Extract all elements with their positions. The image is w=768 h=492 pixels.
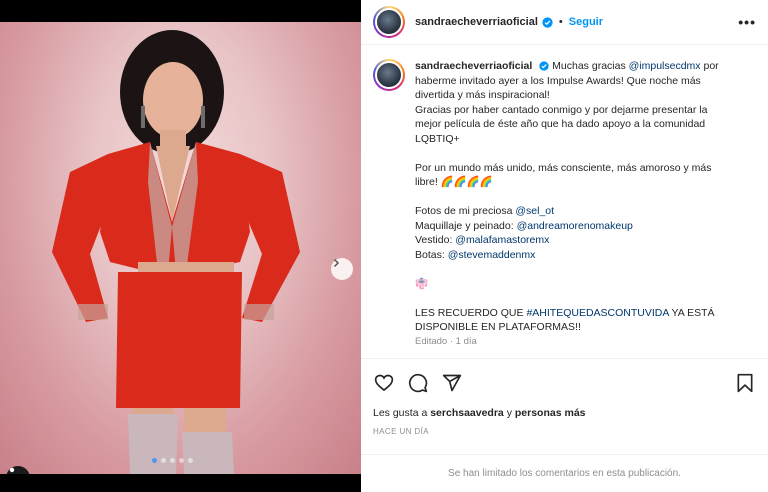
like-button[interactable] xyxy=(373,372,395,394)
carousel-dot xyxy=(188,458,193,463)
carousel-dot xyxy=(161,458,166,463)
photos-label: Fotos de mi preciosa xyxy=(415,205,516,217)
verified-icon xyxy=(542,16,553,28)
caption-text: sandraecheverriaoficial Muchas gracias @… xyxy=(415,59,735,355)
likes-summary: Les gusta a serchsaavedra y personas más xyxy=(373,407,756,419)
caption-line3: Por un mundo más unido, más consciente, … xyxy=(415,161,712,189)
mention-malafamastoremx[interactable]: @malafamastoremx xyxy=(455,234,549,246)
post-actions: Les gusta a serchsaavedra y personas más… xyxy=(361,358,768,436)
post-photo[interactable] xyxy=(0,22,361,474)
dress-label: Vestido: xyxy=(415,234,456,246)
bookmark-icon xyxy=(737,373,753,393)
post-details-panel: sandraecheverriaoficial • Seguir ••• san… xyxy=(361,0,768,492)
carousel-dot-active xyxy=(152,458,157,463)
likes-pre: Les gusta a xyxy=(373,407,431,419)
comments-limited-notice: Se han limitado los comentarios en esta … xyxy=(361,454,768,492)
post-caption: sandraecheverriaoficial Muchas gracias @… xyxy=(361,45,768,355)
user-tag-icon xyxy=(9,467,15,473)
more-options-button[interactable]: ••• xyxy=(738,14,756,30)
caption-line2: Gracias por haber cantado conmigo y por … xyxy=(415,103,708,145)
carousel-indicator xyxy=(152,458,193,463)
mention-stevemaddenmx[interactable]: @stevemaddenmx xyxy=(448,249,536,261)
share-button[interactable] xyxy=(441,372,463,394)
likes-user[interactable]: serchsaavedra xyxy=(430,407,504,419)
comment-icon xyxy=(408,373,428,393)
likes-more[interactable]: personas más xyxy=(515,407,586,419)
heart-icon xyxy=(374,374,394,392)
avatar[interactable] xyxy=(373,59,405,91)
save-button[interactable] xyxy=(734,372,756,394)
separator-dot: • xyxy=(558,16,563,28)
caption-username[interactable]: sandraecheverriaoficial xyxy=(415,60,532,72)
post-media xyxy=(0,0,361,492)
post-time[interactable]: HACE UN DÍA xyxy=(373,427,756,436)
share-icon xyxy=(442,374,462,392)
caption-emoji: 👘 xyxy=(415,277,429,290)
header-username[interactable]: sandraecheverriaoficial xyxy=(415,16,538,28)
photo-illustration xyxy=(52,30,300,474)
avatar[interactable] xyxy=(373,6,405,38)
edited-label: Editado · 1 día xyxy=(415,335,477,347)
makeup-label: Maquillaje y peinado: xyxy=(415,219,517,232)
verified-icon xyxy=(539,61,549,71)
recuerdo-pre: LES RECUERDO QUE xyxy=(415,306,527,319)
carousel-dot xyxy=(179,458,184,463)
comment-button[interactable] xyxy=(407,372,429,394)
chevron-right-icon xyxy=(333,258,340,268)
mention-sel-ot[interactable]: @sel_ot xyxy=(515,205,554,217)
likes-mid: y xyxy=(503,407,515,419)
boots-label: Botas: xyxy=(415,248,448,261)
caption-line1-pre: Muchas gracias xyxy=(552,60,629,72)
post-header: sandraecheverriaoficial • Seguir ••• xyxy=(361,0,768,45)
follow-button[interactable]: Seguir xyxy=(569,16,603,28)
carousel-next-button[interactable] xyxy=(331,258,353,280)
mention-impulsecdmx[interactable]: @impulsecdmx xyxy=(629,60,701,72)
hashtag-ahitequedascontuvida[interactable]: #AHITEQUEDASCONTUVIDA xyxy=(526,307,668,319)
mention-andreamorenomakeup[interactable]: @andreamorenomakeup xyxy=(517,220,633,232)
carousel-dot xyxy=(170,458,175,463)
